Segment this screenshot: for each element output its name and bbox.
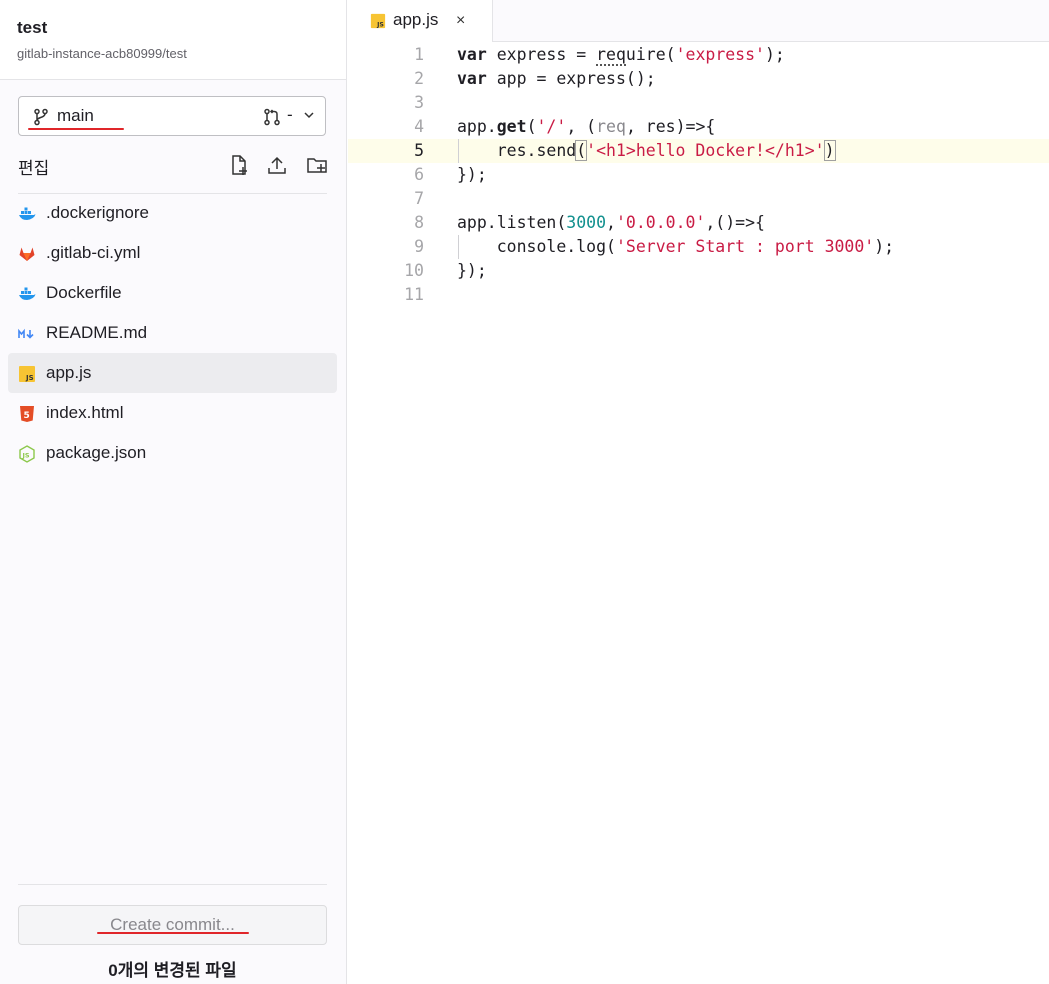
branch-selector[interactable]: main - bbox=[18, 96, 326, 136]
code-line: 10 }); bbox=[348, 259, 1049, 283]
merge-request-icon bbox=[264, 108, 280, 126]
code-text: app.get('/', (req, res)=>{ bbox=[457, 117, 716, 136]
docker-icon bbox=[19, 207, 36, 220]
project-path[interactable]: gitlab-instance-acb80999/test bbox=[17, 46, 329, 61]
svg-text:JS: JS bbox=[25, 374, 34, 382]
branch-icon bbox=[34, 108, 48, 126]
line-number: 1 bbox=[414, 45, 424, 64]
code-line: 3 bbox=[348, 91, 1049, 115]
code-line: 4 app.get('/', (req, res)=>{ bbox=[348, 115, 1049, 139]
code-line-current: 5 res.send('<h1>hello Docker!</h1>') bbox=[348, 139, 1049, 163]
code-line: 1 var express = require('express'); bbox=[348, 43, 1049, 67]
tab-app-js[interactable]: JS app.js × bbox=[348, 0, 493, 42]
code-text: var express = require('express'); bbox=[457, 45, 785, 66]
file-item-dockerignore[interactable]: .dockerignore bbox=[8, 193, 337, 233]
code-text: }); bbox=[457, 261, 487, 280]
nodejs-icon: JS bbox=[19, 445, 35, 463]
line-number: 8 bbox=[414, 213, 424, 232]
line-number: 10 bbox=[404, 261, 424, 280]
line-number: 4 bbox=[414, 117, 424, 136]
code-line: 8 app.listen(3000,'0.0.0.0',()=>{ bbox=[348, 211, 1049, 235]
create-commit-button[interactable]: Create commit... bbox=[18, 905, 327, 945]
docker-icon bbox=[19, 287, 36, 300]
line-number: 3 bbox=[414, 93, 424, 112]
code-editor[interactable]: 1 var express = require('express'); 2 va… bbox=[348, 42, 1049, 984]
file-item-package-json[interactable]: JS package.json bbox=[8, 433, 337, 473]
code-line: 6 }); bbox=[348, 163, 1049, 187]
code-text: app.listen(3000,'0.0.0.0',()=>{ bbox=[457, 213, 765, 232]
code-text: }); bbox=[457, 165, 487, 184]
divider-bottom bbox=[18, 884, 327, 885]
file-item-gitlab-ci[interactable]: .gitlab-ci.yml bbox=[8, 233, 337, 273]
chevron-down-icon bbox=[304, 112, 314, 119]
file-item-dockerfile[interactable]: Dockerfile bbox=[8, 273, 337, 313]
code-line: 9 console.log('Server Start : port 3000'… bbox=[348, 235, 1049, 259]
code-text: res.send('<h1>hello Docker!</h1>') bbox=[457, 140, 836, 161]
code-line: 7 bbox=[348, 187, 1049, 211]
file-name: app.js bbox=[46, 363, 92, 382]
file-name: .gitlab-ci.yml bbox=[46, 243, 141, 262]
branch-name: main bbox=[57, 106, 94, 125]
svg-text:JS: JS bbox=[376, 21, 384, 28]
new-file-icon[interactable] bbox=[228, 154, 250, 176]
line-number: 5 bbox=[414, 141, 424, 160]
file-name: README.md bbox=[46, 323, 148, 342]
js-icon: JS bbox=[19, 366, 35, 382]
line-number: 7 bbox=[414, 189, 424, 208]
file-name: index.html bbox=[46, 403, 124, 422]
file-name: Dockerfile bbox=[46, 283, 122, 302]
line-number: 6 bbox=[414, 165, 424, 184]
markdown-icon bbox=[18, 328, 34, 339]
new-directory-icon[interactable] bbox=[306, 154, 328, 176]
tab-label: app.js bbox=[393, 10, 439, 29]
code-line: 2 var app = express(); bbox=[348, 67, 1049, 91]
ide-sidebar: test gitlab-instance-acb80999/test main … bbox=[0, 0, 347, 984]
edit-toolbar: 편집 bbox=[18, 152, 330, 178]
code-text: var app = express(); bbox=[457, 69, 656, 88]
gitlab-icon bbox=[19, 247, 35, 261]
editor-tab-bar: JS app.js × bbox=[348, 0, 1049, 42]
merge-request-label: - bbox=[287, 105, 293, 124]
annotation-underline-branch bbox=[28, 128, 124, 130]
annotation-underline-commit bbox=[97, 932, 249, 934]
file-name: .dockerignore bbox=[46, 203, 150, 222]
svg-text:JS: JS bbox=[22, 452, 30, 460]
code-line: 11 bbox=[348, 283, 1049, 307]
file-name: package.json bbox=[46, 443, 147, 462]
project-name[interactable]: test bbox=[17, 18, 329, 38]
upload-icon[interactable] bbox=[266, 154, 288, 176]
line-number: 11 bbox=[404, 285, 424, 304]
close-icon[interactable]: × bbox=[456, 12, 465, 30]
edit-label: 편집 bbox=[18, 159, 50, 178]
js-icon: JS bbox=[370, 13, 386, 28]
file-item-app-js[interactable]: JS app.js bbox=[8, 353, 337, 393]
file-item-readme[interactable]: README.md bbox=[8, 313, 337, 353]
changed-files-count: 0개의 변경된 파일 bbox=[108, 961, 237, 980]
project-header: test gitlab-instance-acb80999/test bbox=[0, 0, 346, 80]
svg-text:5: 5 bbox=[24, 411, 30, 421]
html5-icon: 5 bbox=[20, 406, 34, 422]
line-number: 9 bbox=[414, 237, 424, 256]
file-tree: .dockerignore .gitlab-ci.yml Dockerfile … bbox=[8, 193, 337, 473]
line-number: 2 bbox=[414, 69, 424, 88]
file-item-index-html[interactable]: 5 index.html bbox=[8, 393, 337, 433]
code-text: console.log('Server Start : port 3000'); bbox=[457, 237, 895, 256]
